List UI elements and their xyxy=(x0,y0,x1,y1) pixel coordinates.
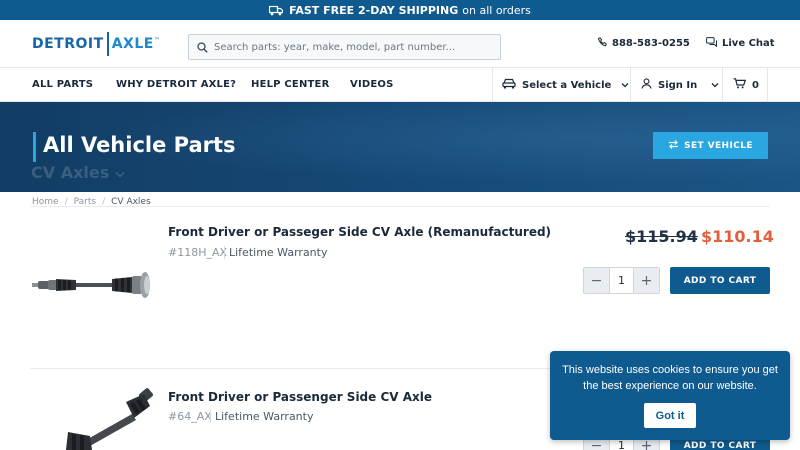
nav-help-center[interactable]: HELP CENTER xyxy=(251,79,329,90)
logo-word-detroit: DETROIT xyxy=(32,36,104,52)
swap-arrows-icon xyxy=(668,139,684,152)
product-image[interactable] xyxy=(32,262,152,304)
search-input[interactable] xyxy=(214,41,494,53)
cookie-banner: This website uses cookies to ensure you … xyxy=(550,351,790,440)
live-chat-link[interactable]: Live Chat xyxy=(706,37,775,50)
truck-icon xyxy=(269,5,284,16)
cookie-message: This website uses cookies to ensure you … xyxy=(562,364,778,392)
live-chat-label: Live Chat xyxy=(722,38,775,49)
promo-bar: FAST FREE 2-DAY SHIPPING on all orders xyxy=(0,0,800,20)
warranty-text: Lifetime Warranty xyxy=(229,246,328,259)
nav-separator xyxy=(630,68,631,102)
select-vehicle-label: Select a Vehicle xyxy=(522,79,612,91)
page-title: All Vehicle Parts xyxy=(43,133,236,157)
divider xyxy=(224,246,225,259)
quantity-stepper: − 1 + xyxy=(583,267,660,294)
logo[interactable]: DETROIT AXLE ™ xyxy=(32,31,160,57)
chat-icon xyxy=(706,37,722,50)
quantity-decrease-button[interactable]: − xyxy=(584,268,609,293)
sale-price: $110.14 xyxy=(701,227,774,246)
nav-separator xyxy=(767,68,768,102)
divider xyxy=(210,410,211,423)
chevron-down-icon xyxy=(621,80,635,91)
product-sku: #64_AX xyxy=(168,410,212,423)
original-price: $115.94 xyxy=(625,227,698,246)
nav-separator xyxy=(722,68,723,102)
user-icon xyxy=(641,78,658,92)
promo-bold-text: FAST FREE 2-DAY SHIPPING xyxy=(289,3,459,17)
main-nav: ALL PARTS WHY DETROIT AXLE? HELP CENTER … xyxy=(0,68,800,102)
site-header: DETROIT AXLE ™ 888-583-0255 Live Chat xyxy=(0,20,800,68)
category-dropdown[interactable]: CV Axles xyxy=(31,163,125,182)
warranty-text: Lifetime Warranty xyxy=(215,410,314,423)
set-vehicle-label: SET VEHICLE xyxy=(684,140,753,151)
title-accent-bar xyxy=(33,132,36,162)
select-vehicle-dropdown[interactable]: Select a Vehicle xyxy=(502,78,635,92)
cart-count: 0 xyxy=(752,79,759,91)
cookie-accept-button[interactable]: Got it xyxy=(644,403,696,428)
add-to-cart-button[interactable]: ADD TO CART xyxy=(670,267,770,294)
quantity-input[interactable]: 1 xyxy=(609,268,634,293)
set-vehicle-button[interactable]: SET VEHICLE xyxy=(653,132,768,159)
nav-separator xyxy=(492,68,493,102)
category-label: CV Axles xyxy=(31,163,110,182)
product-title[interactable]: Front Driver or Passeger Side CV Axle (R… xyxy=(168,225,551,239)
divider xyxy=(30,206,770,207)
phone-icon xyxy=(597,37,612,50)
product-image[interactable] xyxy=(56,388,156,450)
phone-link[interactable]: 888-583-0255 xyxy=(597,37,690,50)
quantity-increase-button[interactable]: + xyxy=(634,268,659,293)
sign-in-dropdown[interactable]: Sign In xyxy=(641,78,725,92)
logo-trademark: ™ xyxy=(153,37,160,44)
search-icon[interactable] xyxy=(197,38,208,57)
logo-divider xyxy=(106,32,109,56)
cart-button[interactable]: 0 xyxy=(733,78,759,92)
nav-videos[interactable]: VIDEOS xyxy=(350,79,394,90)
sign-in-label: Sign In xyxy=(658,79,698,91)
search-box[interactable] xyxy=(188,34,501,60)
logo-word-axle: AXLE xyxy=(111,36,154,52)
car-icon xyxy=(502,78,522,92)
hero-banner: All Vehicle Parts CV Axles SET VEHICLE xyxy=(0,102,800,192)
phone-number: 888-583-0255 xyxy=(612,38,690,49)
product-sku: #118H_AX xyxy=(168,246,228,259)
product-title[interactable]: Front Driver or Passenger Side CV Axle xyxy=(168,390,432,404)
cart-icon xyxy=(733,78,752,92)
nav-why-detroit-axle[interactable]: WHY DETROIT AXLE? xyxy=(116,79,236,90)
chevron-down-icon xyxy=(109,163,125,182)
nav-all-parts[interactable]: ALL PARTS xyxy=(32,79,93,90)
chevron-down-icon xyxy=(711,80,725,91)
promo-text: on all orders xyxy=(462,3,531,17)
